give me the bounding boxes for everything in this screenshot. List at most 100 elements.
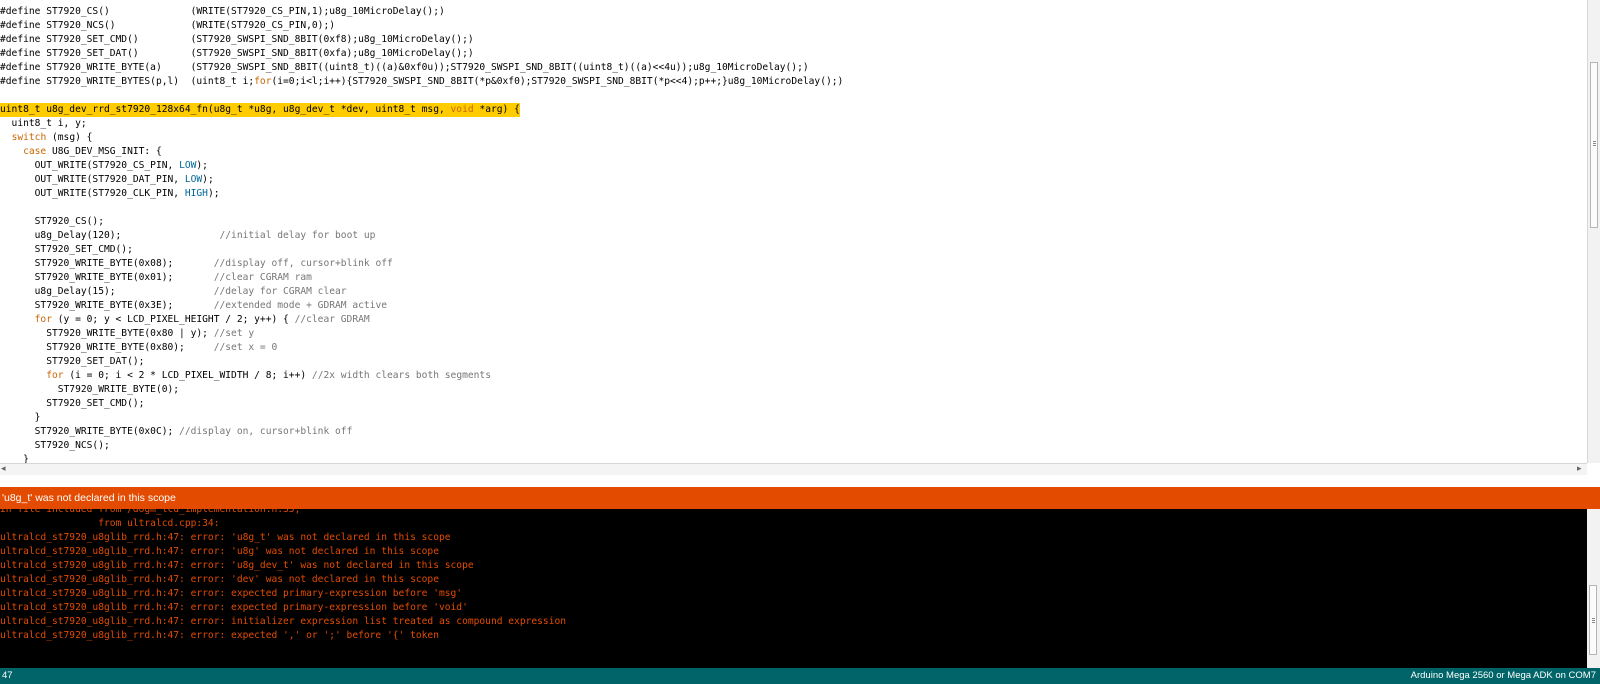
console-scroll-thumb[interactable] <box>1589 585 1597 655</box>
code-token-comment: //display on, cursor+blink off <box>179 426 353 437</box>
console-line: from ultralcd.cpp:34: <box>0 518 220 529</box>
code-token-code <box>0 314 35 325</box>
code-token-code: uint8_t i, y; <box>0 118 87 129</box>
code-line: uint8_t i, y; <box>0 117 87 131</box>
code-token-code <box>0 370 46 381</box>
code-token-code: ST7920_SET_DAT(); <box>0 356 145 367</box>
code-line: #define ST7920_WRITE_BYTES(p,l) (uint8_t… <box>0 75 843 89</box>
code-token-keyword: case <box>23 146 47 157</box>
code-line: ST7920_WRITE_BYTE(0x0C); //display on, c… <box>0 425 353 439</box>
line-number: 47 <box>2 670 13 681</box>
code-token-code: #define ST7920_WRITE_BYTES(p,l) (uint8_t… <box>0 76 255 87</box>
code-token-code: ST7920_CS(); <box>0 216 104 227</box>
code-token-code: (i=0;i<l;i++){ST7920_SWSPI_SND_8BIT(*p&0… <box>271 76 844 87</box>
grip-line <box>1592 620 1595 621</box>
code-token-code: ST7920_WRITE_BYTE(0x01); <box>0 272 214 283</box>
code-token-code: u8g_Delay(120); <box>0 230 220 241</box>
grip-line <box>1593 141 1596 142</box>
code-line: ST7920_SET_DAT(); <box>0 355 144 369</box>
code-line: ST7920_WRITE_BYTE(0); <box>0 383 179 397</box>
footer-bar: 47 Arduino Mega 2560 or Mega ADK on COM7 <box>0 668 1600 684</box>
code-token-code: ST7920_NCS(); <box>0 440 110 451</box>
code-editor[interactable]: #define ST7920_CS() (WRITE(ST7920_CS_PIN… <box>0 0 1587 463</box>
code-line: ST7920_WRITE_BYTE(0x01); //clear CGRAM r… <box>0 271 312 285</box>
grip-line <box>1592 618 1595 619</box>
status-message: 'u8g_t' was not declared in this scope <box>2 492 176 504</box>
code-line: ST7920_WRITE_BYTE(0x80); //set x = 0 <box>0 341 277 355</box>
code-token-code: U8G_DEV_MSG_INIT: { <box>46 146 162 157</box>
console-line: ultralcd_st7920_u8glib_rrd.h:47: error: … <box>0 588 463 599</box>
code-token-keyword: for <box>34 314 52 325</box>
code-token-code: ST7920_SET_CMD(); <box>0 398 145 409</box>
code-token-code: #define ST7920_WRITE_BYTE(a) (ST7920_SWS… <box>0 62 809 73</box>
code-line: ST7920_WRITE_BYTE(0x80 | y); //set y <box>0 327 254 341</box>
code-token-comment: //extended mode + GDRAM active <box>213 300 387 311</box>
editor-vertical-scrollbar[interactable] <box>1587 0 1600 463</box>
scroll-right-arrow-icon[interactable]: ▸ <box>1577 463 1582 475</box>
code-token-code: } <box>0 412 41 423</box>
code-token-keyword: void <box>450 104 474 115</box>
console-line: In file included from /dogm_lcd_implemen… <box>0 509 301 515</box>
code-token-comment: //delay for CGRAM clear <box>213 286 347 297</box>
editor-horizontal-scrollbar[interactable]: ◂ ▸ <box>0 463 1587 475</box>
code-token-keyword: switch <box>11 132 47 143</box>
code-token-code: ST7920_WRITE_BYTE(0x08); <box>0 258 214 269</box>
code-token-constant: HIGH <box>184 188 208 199</box>
console-line: ultralcd_st7920_u8glib_rrd.h:47: error: … <box>0 574 439 585</box>
scroll-left-arrow-icon[interactable]: ◂ <box>1 463 6 475</box>
code-token-code: ST7920_WRITE_BYTE(0); <box>0 384 180 395</box>
console-vertical-scrollbar[interactable] <box>1587 509 1600 668</box>
code-line: OUT_WRITE(ST7920_CS_PIN, LOW); <box>0 159 208 173</box>
grip-line <box>1593 143 1596 144</box>
code-token-code: #define ST7920_SET_DAT() (ST7920_SWSPI_S… <box>0 48 474 59</box>
code-token-code: #define ST7920_CS() (WRITE(ST7920_CS_PIN… <box>0 6 445 17</box>
code-line: u8g_Delay(15); //delay for CGRAM clear <box>0 285 347 299</box>
code-line: ST7920_WRITE_BYTE(0x08); //display off, … <box>0 257 393 271</box>
code-line: OUT_WRITE(ST7920_DAT_PIN, LOW); <box>0 173 214 187</box>
code-token-comment: //2x width clears both segments <box>311 370 491 381</box>
code-token-code: (i = 0; i < 2 * LCD_PIXEL_WIDTH / 8; i++… <box>63 370 312 381</box>
code-line: } <box>0 411 41 425</box>
code-token-code: ST7920_WRITE_BYTE(0x80); <box>0 342 214 353</box>
code-token-code: ST7920_WRITE_BYTE(0x80 | y); <box>0 328 214 339</box>
console-line: ultralcd_st7920_u8glib_rrd.h:47: error: … <box>0 560 474 571</box>
code-line: #define ST7920_WRITE_BYTE(a) (ST7920_SWS… <box>0 61 809 75</box>
code-line: ST7920_SET_CMD(); <box>0 243 133 257</box>
code-line: #define ST7920_CS() (WRITE(ST7920_CS_PIN… <box>0 5 445 19</box>
code-line-highlighted: uint8_t u8g_dev_rrd_st7920_128x64_fn(u8g… <box>0 103 520 117</box>
code-token-code: OUT_WRITE(ST7920_CS_PIN, <box>0 160 180 171</box>
code-token-code: ); <box>207 188 220 199</box>
code-token-code: ST7920_WRITE_BYTE(0x0C); <box>0 426 180 437</box>
code-token-code: ST7920_WRITE_BYTE(0x3E); <box>0 300 214 311</box>
editor-scroll-thumb[interactable] <box>1590 62 1598 228</box>
board-info: Arduino Mega 2560 or Mega ADK on COM7 <box>1410 670 1596 681</box>
console-line: ultralcd_st7920_u8glib_rrd.h:47: error: … <box>0 546 439 557</box>
console-line: ultralcd_st7920_u8glib_rrd.h:47: error: … <box>0 630 439 641</box>
code-line: #define ST7920_NCS() (WRITE(ST7920_CS_PI… <box>0 19 335 33</box>
grip-line <box>1592 622 1595 623</box>
code-token-code: ); <box>202 174 214 185</box>
console-line: ultralcd_st7920_u8glib_rrd.h:47: error: … <box>0 602 468 613</box>
code-token-code: uint8_t u8g_dev_rrd_st7920_128x64_fn(u8g… <box>0 104 451 115</box>
console-output[interactable]: In file included from /dogm_lcd_implemen… <box>0 509 1587 668</box>
code-token-comment: //set x = 0 <box>213 342 278 353</box>
code-token-keyword: for <box>254 76 272 87</box>
console-line: ultralcd_st7920_u8glib_rrd.h:47: error: … <box>0 616 567 627</box>
code-line: u8g_Delay(120); //initial delay for boot… <box>0 229 376 243</box>
code-token-code: OUT_WRITE(ST7920_DAT_PIN, <box>0 174 185 185</box>
code-line: for (y = 0; y < LCD_PIXEL_HEIGHT / 2; y+… <box>0 313 370 327</box>
code-line: ST7920_CS(); <box>0 215 104 229</box>
grip-line <box>1593 145 1596 146</box>
code-token-keyword: for <box>46 370 64 381</box>
code-line: ST7920_WRITE_BYTE(0x3E); //extended mode… <box>0 299 387 313</box>
code-token-code: (msg) { <box>46 132 93 143</box>
code-line: #define ST7920_SET_DAT() (ST7920_SWSPI_S… <box>0 47 474 61</box>
console-line: ultralcd_st7920_u8glib_rrd.h:47: error: … <box>0 532 451 543</box>
code-token-code: u8g_Delay(15); <box>0 286 214 297</box>
code-token-code: (y = 0; y < LCD_PIXEL_HEIGHT / 2; y++) { <box>51 314 295 325</box>
code-line: ST7920_NCS(); <box>0 439 110 453</box>
code-token-code <box>0 132 12 143</box>
code-token-comment: //initial delay for boot up <box>219 230 376 241</box>
error-status-bar: 'u8g_t' was not declared in this scope <box>0 487 1600 509</box>
code-line: case U8G_DEV_MSG_INIT: { <box>0 145 162 159</box>
